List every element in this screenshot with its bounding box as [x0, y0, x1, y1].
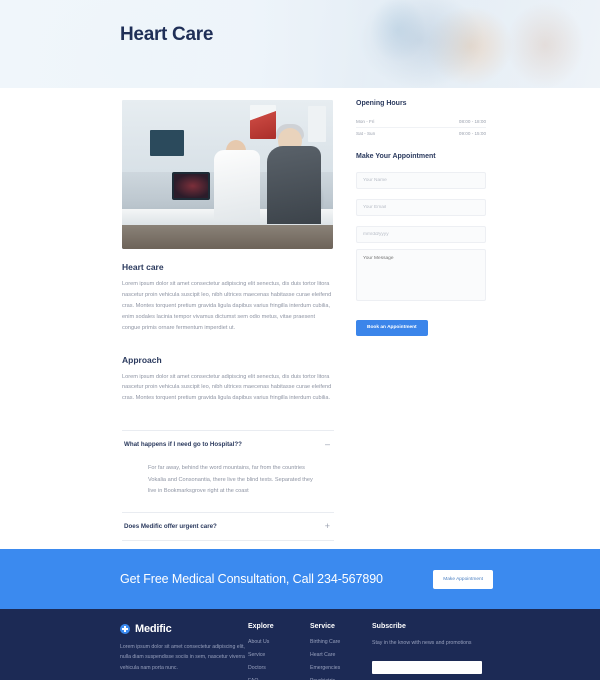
- hero-overlay: [0, 0, 600, 88]
- email-input[interactable]: [356, 199, 486, 216]
- subscribe-title: Subscribe: [372, 623, 406, 630]
- appointment-title: Make Your Appointment: [356, 153, 436, 160]
- faq-item: Does Medific offer urgent care? +: [122, 513, 334, 541]
- hours-days: Mon - Fri: [356, 119, 375, 124]
- faq-toggle-0[interactable]: What happens if I need go to Hospital?? …: [122, 431, 334, 458]
- hours-row: Mon - Fri 08:00 - 18:00: [356, 116, 486, 127]
- plus-icon[interactable]: +: [325, 521, 332, 531]
- sidebar: Opening Hours Mon - Fri 08:00 - 18:00 Sa…: [356, 100, 486, 569]
- footer-link[interactable]: Emergencies: [310, 665, 372, 671]
- footer-link[interactable]: Doctors: [248, 665, 310, 671]
- article-body: Lorem ipsum dolor sit amet consectetur a…: [122, 281, 332, 331]
- footer-link[interactable]: Service: [248, 652, 310, 658]
- approach-body: Lorem ipsum dolor sit amet consectetur a…: [122, 373, 332, 402]
- footer-link[interactable]: Birthing Care: [310, 639, 372, 645]
- page-root: Heart Care Heart care Lorem ipsum dolor …: [0, 0, 600, 680]
- faq-answer-panel: For far away, behind the word mountains,…: [122, 458, 334, 511]
- faq-answer: For far away, behind the word mountains,…: [148, 465, 313, 495]
- footer-brand: Medific Lorem ipsum dolor sit amet conse…: [120, 623, 248, 680]
- article-heading: Heart care: [122, 262, 164, 272]
- hours-time: 09:00 - 15:00: [458, 131, 486, 136]
- faq-toggle-1[interactable]: Does Medific offer urgent care? +: [122, 513, 334, 540]
- footer-column-service: Service Birthing Care Heart Care Emergen…: [310, 623, 372, 680]
- brand-name: Medific: [135, 623, 172, 635]
- minus-icon[interactable]: –: [325, 440, 332, 449]
- footer: Medific Lorem ipsum dolor sit amet conse…: [0, 609, 600, 680]
- article-image: [122, 100, 333, 249]
- cta-text: Get Free Medical Consultation, Call 234-…: [120, 572, 383, 586]
- footer-link[interactable]: Heart Care: [310, 652, 372, 658]
- page-title: Heart Care: [120, 24, 214, 45]
- main-content: Heart care Lorem ipsum dolor sit amet co…: [0, 88, 600, 569]
- subscribe-email-input[interactable]: [372, 661, 482, 675]
- footer-column-title: Service: [310, 623, 335, 630]
- footer-column-title: Explore: [248, 623, 274, 630]
- hero-banner: Heart Care: [0, 0, 600, 88]
- faq-question: What happens if I need go to Hospital??: [124, 441, 242, 449]
- brand-description: Lorem ipsum dolor sit amet consectetur a…: [120, 644, 245, 671]
- subscribe-description: Stay in the know with news and promotion…: [372, 640, 472, 646]
- opening-hours-title: Opening Hours: [356, 100, 407, 107]
- make-appointment-button[interactable]: Make Appointment: [433, 569, 493, 589]
- plus-circle-icon: [120, 624, 130, 634]
- book-appointment-button[interactable]: Book an Appointment: [356, 319, 428, 336]
- faq-accordion: What happens if I need go to Hospital?? …: [122, 430, 334, 569]
- article-column: Heart care Lorem ipsum dolor sit amet co…: [122, 100, 334, 569]
- footer-subscribe: Subscribe Stay in the know with news and…: [372, 623, 482, 680]
- footer-logo[interactable]: Medific: [120, 623, 248, 635]
- date-input[interactable]: [356, 226, 486, 243]
- hours-days: Sat - Sun: [356, 131, 376, 136]
- cta-banner: Get Free Medical Consultation, Call 234-…: [0, 549, 600, 609]
- hours-row: Sat - Sun 09:00 - 15:00: [356, 127, 486, 139]
- footer-link[interactable]: About Us: [248, 639, 310, 645]
- footer-column-explore: Explore About Us Service Doctors FAQ: [248, 623, 310, 680]
- approach-heading: Approach: [122, 354, 162, 365]
- faq-question: Does Medific offer urgent care?: [124, 522, 217, 530]
- approach-section: Approach Lorem ipsum dolor sit amet cons…: [122, 355, 334, 405]
- hours-time: 08:00 - 18:00: [458, 119, 486, 124]
- name-input[interactable]: [356, 172, 486, 189]
- message-textarea[interactable]: [356, 249, 486, 301]
- faq-item: What happens if I need go to Hospital?? …: [122, 431, 334, 513]
